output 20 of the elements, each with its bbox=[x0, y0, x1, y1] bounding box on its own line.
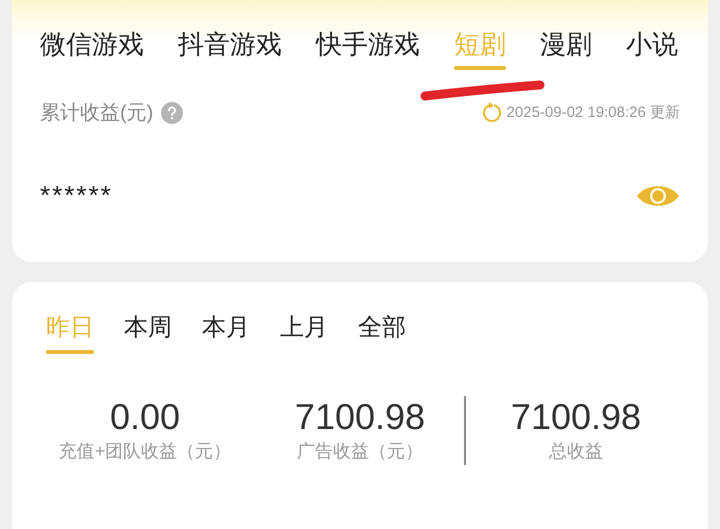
earnings-value: ****** bbox=[40, 179, 113, 212]
refresh-icon[interactable] bbox=[480, 102, 503, 124]
category-tab[interactable]: 抖音游戏 bbox=[178, 18, 282, 70]
earnings-label: 累计收益(元) bbox=[40, 101, 154, 126]
category-tab[interactable]: 小说 bbox=[626, 18, 678, 70]
category-tab[interactable]: 快手游戏 bbox=[316, 18, 420, 70]
period-tab[interactable]: 全部 bbox=[358, 302, 406, 354]
stat-label: 充值+团队收益（元） bbox=[58, 440, 232, 463]
stat-value: 7100.98 bbox=[510, 396, 642, 438]
stat-label: 总收益 bbox=[549, 440, 603, 463]
period-tab[interactable]: 上月 bbox=[280, 302, 328, 354]
period-tab[interactable]: 本周 bbox=[124, 302, 172, 354]
stat-value: 0.00 bbox=[110, 396, 180, 438]
stat-value: 7100.98 bbox=[294, 396, 426, 438]
category-tab[interactable]: 漫剧 bbox=[540, 18, 592, 70]
category-tab[interactable]: 微信游戏 bbox=[40, 18, 144, 70]
period-tab[interactable]: 本月 bbox=[202, 302, 250, 354]
help-icon[interactable] bbox=[161, 102, 184, 124]
update-time: 2025-09-02 19:08:26 更新 bbox=[506, 102, 680, 123]
stat-label: 广告收益（元） bbox=[297, 440, 423, 463]
